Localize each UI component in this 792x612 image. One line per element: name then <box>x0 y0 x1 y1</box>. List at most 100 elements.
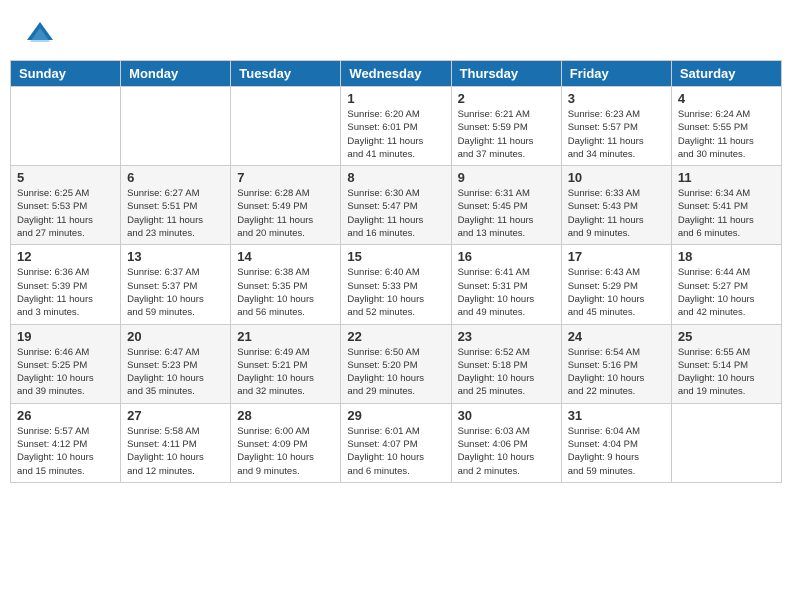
day-info: Sunrise: 6:21 AM Sunset: 5:59 PM Dayligh… <box>458 108 555 161</box>
day-number: 2 <box>458 91 555 106</box>
day-info: Sunrise: 5:58 AM Sunset: 4:11 PM Dayligh… <box>127 425 224 478</box>
weekday-header-saturday: Saturday <box>671 61 781 87</box>
day-number: 4 <box>678 91 775 106</box>
day-info: Sunrise: 6:47 AM Sunset: 5:23 PM Dayligh… <box>127 346 224 399</box>
day-number: 24 <box>568 329 665 344</box>
calendar-week-row: 26Sunrise: 5:57 AM Sunset: 4:12 PM Dayli… <box>11 403 782 482</box>
day-number: 18 <box>678 249 775 264</box>
weekday-header-tuesday: Tuesday <box>231 61 341 87</box>
day-info: Sunrise: 6:00 AM Sunset: 4:09 PM Dayligh… <box>237 425 334 478</box>
calendar-cell: 10 Sunrise: 6:33 AM Sunset: 5:43 PM Dayli… <box>561 166 671 245</box>
day-info: Sunrise: 6:24 AM Sunset: 5:55 PM Dayligh… <box>678 108 775 161</box>
calendar-cell: 21 Sunrise: 6:49 AM Sunset: 5:21 PM Dayli… <box>231 324 341 403</box>
day-number: 19 <box>17 329 114 344</box>
calendar-cell: 4 Sunrise: 6:24 AM Sunset: 5:55 PM Daylig… <box>671 87 781 166</box>
calendar-cell: 19 Sunrise: 6:46 AM Sunset: 5:25 PM Dayli… <box>11 324 121 403</box>
calendar-cell: 22 Sunrise: 6:50 AM Sunset: 5:20 PM Dayli… <box>341 324 451 403</box>
day-number: 28 <box>237 408 334 423</box>
weekday-header-row: SundayMondayTuesdayWednesdayThursdayFrid… <box>11 61 782 87</box>
calendar-week-row: 5 Sunrise: 6:25 AM Sunset: 5:53 PM Daylig… <box>11 166 782 245</box>
calendar-table: SundayMondayTuesdayWednesdayThursdayFrid… <box>10 60 782 483</box>
day-number: 13 <box>127 249 224 264</box>
day-number: 3 <box>568 91 665 106</box>
day-number: 30 <box>458 408 555 423</box>
day-number: 21 <box>237 329 334 344</box>
day-number: 10 <box>568 170 665 185</box>
calendar-cell <box>671 403 781 482</box>
logo-icon <box>25 20 55 50</box>
weekday-header-wednesday: Wednesday <box>341 61 451 87</box>
day-info: Sunrise: 6:31 AM Sunset: 5:45 PM Dayligh… <box>458 187 555 240</box>
calendar-cell: 23 Sunrise: 6:52 AM Sunset: 5:18 PM Dayli… <box>451 324 561 403</box>
day-info: Sunrise: 6:33 AM Sunset: 5:43 PM Dayligh… <box>568 187 665 240</box>
calendar-cell <box>11 87 121 166</box>
day-info: Sunrise: 6:49 AM Sunset: 5:21 PM Dayligh… <box>237 346 334 399</box>
day-number: 16 <box>458 249 555 264</box>
day-number: 23 <box>458 329 555 344</box>
day-info: Sunrise: 6:50 AM Sunset: 5:20 PM Dayligh… <box>347 346 444 399</box>
day-info: Sunrise: 6:38 AM Sunset: 5:35 PM Dayligh… <box>237 266 334 319</box>
weekday-header-sunday: Sunday <box>11 61 121 87</box>
day-number: 5 <box>17 170 114 185</box>
calendar-cell: 25 Sunrise: 6:55 AM Sunset: 5:14 PM Dayli… <box>671 324 781 403</box>
day-number: 25 <box>678 329 775 344</box>
day-info: Sunrise: 6:40 AM Sunset: 5:33 PM Dayligh… <box>347 266 444 319</box>
calendar-cell: 18 Sunrise: 6:44 AM Sunset: 5:27 PM Dayli… <box>671 245 781 324</box>
day-info: Sunrise: 6:27 AM Sunset: 5:51 PM Dayligh… <box>127 187 224 240</box>
day-number: 20 <box>127 329 224 344</box>
logo <box>25 20 59 50</box>
day-number: 29 <box>347 408 444 423</box>
calendar-week-row: 19 Sunrise: 6:46 AM Sunset: 5:25 PM Dayli… <box>11 324 782 403</box>
day-number: 31 <box>568 408 665 423</box>
day-info: Sunrise: 6:54 AM Sunset: 5:16 PM Dayligh… <box>568 346 665 399</box>
calendar-cell: 1Sunrise: 6:20 AM Sunset: 6:01 PM Daylig… <box>341 87 451 166</box>
calendar-cell: 8 Sunrise: 6:30 AM Sunset: 5:47 PM Daylig… <box>341 166 451 245</box>
calendar-cell <box>121 87 231 166</box>
day-number: 22 <box>347 329 444 344</box>
day-number: 26 <box>17 408 114 423</box>
calendar-cell: 26Sunrise: 5:57 AM Sunset: 4:12 PM Dayli… <box>11 403 121 482</box>
day-number: 1 <box>347 91 444 106</box>
day-number: 7 <box>237 170 334 185</box>
day-info: Sunrise: 6:43 AM Sunset: 5:29 PM Dayligh… <box>568 266 665 319</box>
day-info: Sunrise: 6:41 AM Sunset: 5:31 PM Dayligh… <box>458 266 555 319</box>
calendar-cell: 5 Sunrise: 6:25 AM Sunset: 5:53 PM Daylig… <box>11 166 121 245</box>
calendar-cell <box>231 87 341 166</box>
day-info: Sunrise: 6:36 AM Sunset: 5:39 PM Dayligh… <box>17 266 114 319</box>
calendar-cell: 2 Sunrise: 6:21 AM Sunset: 5:59 PM Daylig… <box>451 87 561 166</box>
day-info: Sunrise: 6:52 AM Sunset: 5:18 PM Dayligh… <box>458 346 555 399</box>
calendar-cell: 30 Sunrise: 6:03 AM Sunset: 4:06 PM Dayli… <box>451 403 561 482</box>
day-info: Sunrise: 6:25 AM Sunset: 5:53 PM Dayligh… <box>17 187 114 240</box>
day-info: Sunrise: 6:37 AM Sunset: 5:37 PM Dayligh… <box>127 266 224 319</box>
day-number: 12 <box>17 249 114 264</box>
day-number: 27 <box>127 408 224 423</box>
day-number: 6 <box>127 170 224 185</box>
day-info: Sunrise: 6:44 AM Sunset: 5:27 PM Dayligh… <box>678 266 775 319</box>
calendar-cell: 6 Sunrise: 6:27 AM Sunset: 5:51 PM Daylig… <box>121 166 231 245</box>
day-info: Sunrise: 6:30 AM Sunset: 5:47 PM Dayligh… <box>347 187 444 240</box>
day-info: Sunrise: 6:34 AM Sunset: 5:41 PM Dayligh… <box>678 187 775 240</box>
weekday-header-friday: Friday <box>561 61 671 87</box>
day-info: Sunrise: 6:04 AM Sunset: 4:04 PM Dayligh… <box>568 425 665 478</box>
calendar-cell: 12 Sunrise: 6:36 AM Sunset: 5:39 PM Dayli… <box>11 245 121 324</box>
day-info: Sunrise: 6:28 AM Sunset: 5:49 PM Dayligh… <box>237 187 334 240</box>
page-header <box>10 10 782 55</box>
weekday-header-thursday: Thursday <box>451 61 561 87</box>
calendar-cell: 9 Sunrise: 6:31 AM Sunset: 5:45 PM Daylig… <box>451 166 561 245</box>
calendar-cell: 15Sunrise: 6:40 AM Sunset: 5:33 PM Dayli… <box>341 245 451 324</box>
day-info: Sunrise: 6:03 AM Sunset: 4:06 PM Dayligh… <box>458 425 555 478</box>
calendar-week-row: 12 Sunrise: 6:36 AM Sunset: 5:39 PM Dayli… <box>11 245 782 324</box>
day-number: 8 <box>347 170 444 185</box>
calendar-cell: 31 Sunrise: 6:04 AM Sunset: 4:04 PM Dayli… <box>561 403 671 482</box>
day-info: Sunrise: 6:55 AM Sunset: 5:14 PM Dayligh… <box>678 346 775 399</box>
day-number: 14 <box>237 249 334 264</box>
calendar-cell: 3Sunrise: 6:23 AM Sunset: 5:57 PM Daylig… <box>561 87 671 166</box>
day-number: 17 <box>568 249 665 264</box>
calendar-cell: 28 Sunrise: 6:00 AM Sunset: 4:09 PM Dayli… <box>231 403 341 482</box>
day-info: Sunrise: 6:01 AM Sunset: 4:07 PM Dayligh… <box>347 425 444 478</box>
day-number: 9 <box>458 170 555 185</box>
calendar-week-row: 1Sunrise: 6:20 AM Sunset: 6:01 PM Daylig… <box>11 87 782 166</box>
calendar-cell: 20 Sunrise: 6:47 AM Sunset: 5:23 PM Dayli… <box>121 324 231 403</box>
calendar-cell: 13 Sunrise: 6:37 AM Sunset: 5:37 PM Dayli… <box>121 245 231 324</box>
day-info: Sunrise: 6:46 AM Sunset: 5:25 PM Dayligh… <box>17 346 114 399</box>
